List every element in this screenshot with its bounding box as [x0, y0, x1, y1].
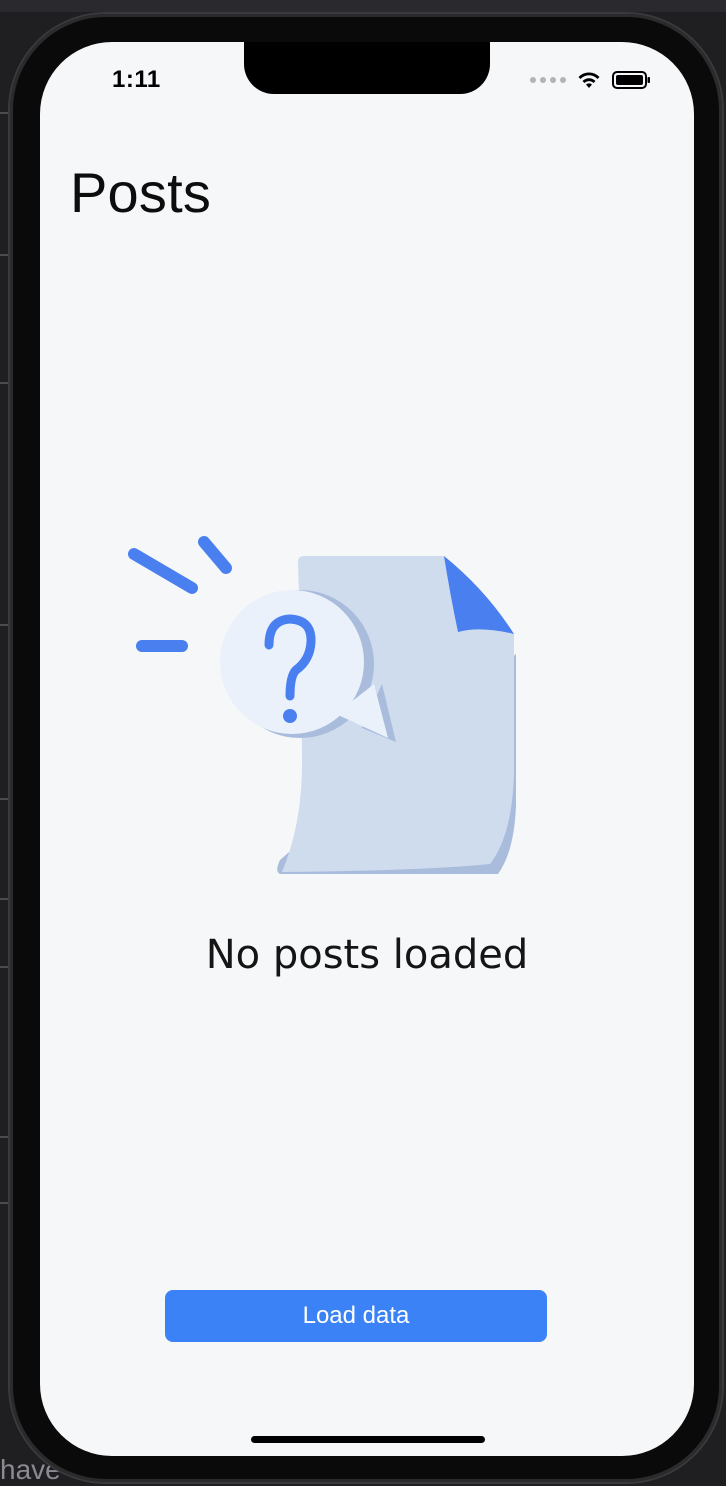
- editor-fragment: [0, 1136, 10, 1138]
- empty-state-message: No posts loaded: [205, 932, 529, 978]
- editor-fragment: [0, 1202, 10, 1204]
- question-document-icon: [128, 536, 516, 874]
- editor-fragment: [0, 898, 10, 900]
- status-time: 1:11: [112, 66, 161, 93]
- editor-fragment: [0, 112, 10, 114]
- page-title: Posts: [70, 161, 212, 224]
- editor-fragment: [0, 382, 10, 384]
- editor-fragment: [0, 966, 10, 968]
- editor-top-bar: [0, 0, 726, 12]
- load-data-button[interactable]: Load data: [165, 1290, 547, 1342]
- iphone-frame: 1:11 Posts No posts loaded Load data: [10, 14, 722, 1482]
- battery-icon: [612, 71, 650, 89]
- editor-fragment: [0, 254, 10, 256]
- editor-fragment: [0, 624, 10, 626]
- editor-fragment: [0, 798, 10, 800]
- cellular-signal-icon: [530, 77, 566, 83]
- simulator-stage: have 1:11 Posts No posts loaded Load dat…: [0, 0, 726, 1486]
- wifi-icon: [578, 72, 600, 88]
- home-indicator: [251, 1436, 485, 1443]
- status-indicators: [530, 70, 652, 90]
- app-screen: 1:11 Posts No posts loaded Load data: [40, 42, 694, 1456]
- device-notch: [244, 42, 490, 94]
